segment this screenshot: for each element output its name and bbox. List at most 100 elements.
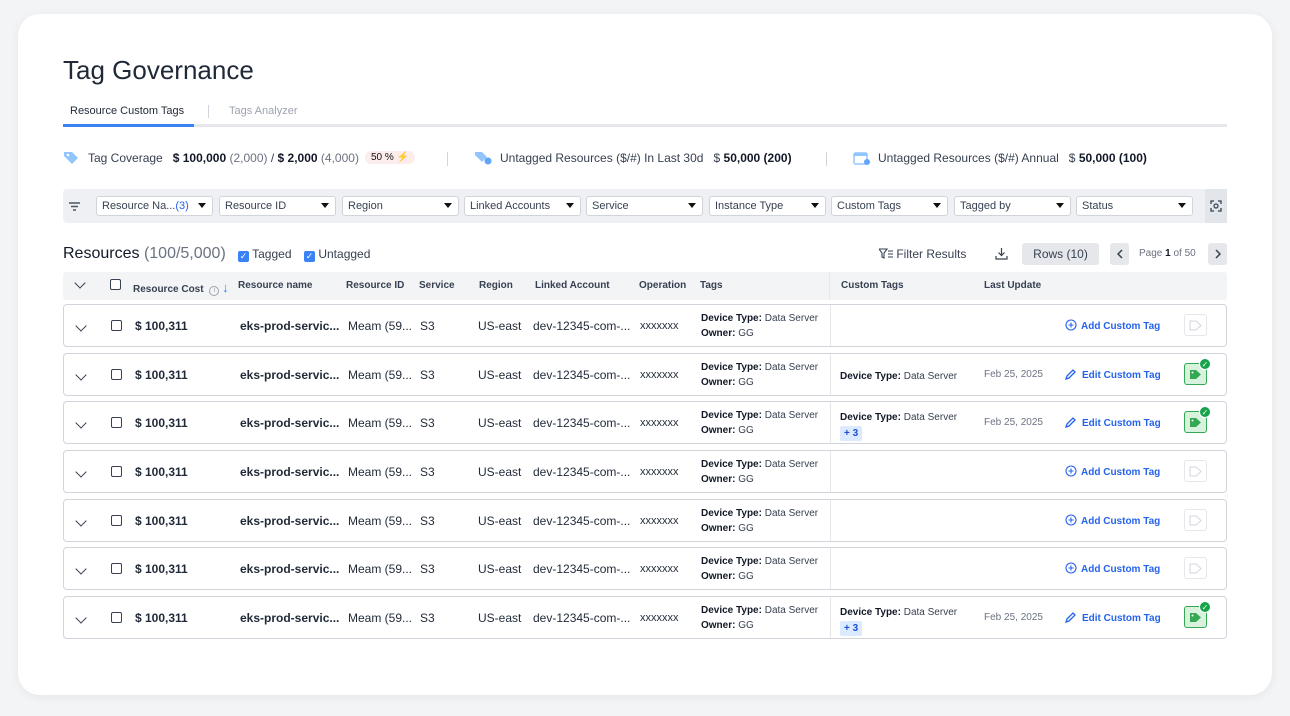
table-row[interactable]: $ 100,311 eks-prod-servic... Meam (59... S3… xyxy=(63,499,1227,542)
column-header-last-update[interactable]: Last Update xyxy=(984,280,1041,291)
tab-tags-analyzer[interactable]: Tags Analyzer xyxy=(229,105,297,117)
column-header-custom-tags[interactable]: Custom Tags xyxy=(841,280,904,291)
service: S3 xyxy=(420,562,435,576)
download-icon[interactable] xyxy=(995,247,1008,263)
resource-name[interactable]: eks-prod-servic... xyxy=(240,514,339,528)
next-page-button[interactable] xyxy=(1208,243,1227,265)
filter-region[interactable]: Region xyxy=(342,196,459,216)
column-header-tags[interactable]: Tags xyxy=(700,280,723,291)
legend-untagged[interactable]: ✓ Untagged xyxy=(304,247,370,262)
rows-per-page-button[interactable]: Rows (10) xyxy=(1022,243,1099,265)
row-checkbox[interactable] xyxy=(111,417,122,431)
linked-account: dev-12345-com-... xyxy=(533,611,631,625)
service: S3 xyxy=(420,514,435,528)
filter-resource-name[interactable]: Resource Na...(3) xyxy=(96,196,213,216)
filter-linked-accounts[interactable]: Linked Accounts xyxy=(464,196,581,216)
filter-status[interactable]: Status xyxy=(1076,196,1193,216)
filter-results-button[interactable]: Filter Results xyxy=(877,247,966,261)
expand-row-toggle[interactable] xyxy=(75,611,87,625)
coverage-percent-badge: 50 % ⚡ xyxy=(364,151,415,164)
table-row[interactable]: $ 100,311 eks-prod-servic... Meam (59... S3… xyxy=(63,304,1227,347)
resource-name[interactable]: eks-prod-servic... xyxy=(240,416,339,430)
operation: xxxxxxx xyxy=(640,612,679,624)
coverage-label: Tag Coverage xyxy=(88,150,163,165)
expand-row-toggle[interactable] xyxy=(75,319,87,333)
prev-page-button[interactable] xyxy=(1110,243,1129,265)
more-tags-badge[interactable]: + 3 xyxy=(840,621,863,636)
expand-row-toggle[interactable] xyxy=(75,368,87,382)
column-header-id[interactable]: Resource ID xyxy=(346,280,404,291)
resource-name[interactable]: eks-prod-servic... xyxy=(240,562,339,576)
column-header-region[interactable]: Region xyxy=(479,280,513,291)
filter-instance-type[interactable]: Instance Type xyxy=(709,196,826,216)
table-row[interactable]: $ 100,311 eks-prod-servic... Meam (59... S3… xyxy=(63,450,1227,493)
column-divider xyxy=(830,597,831,638)
filter-custom-tags[interactable]: Custom Tags xyxy=(831,196,948,216)
region: US-east xyxy=(478,514,522,528)
add-custom-tag-button[interactable]: Add Custom Tag xyxy=(1065,465,1160,478)
resource-name[interactable]: eks-prod-servic... xyxy=(240,368,339,382)
resource-name[interactable]: eks-prod-servic... xyxy=(240,611,339,625)
resource-id: Meam (59... xyxy=(348,611,413,625)
untagged-tag-icon xyxy=(475,152,492,165)
column-header-account[interactable]: Linked Account xyxy=(535,280,610,291)
more-tags-badge[interactable]: + 3 xyxy=(840,426,863,441)
row-checkbox[interactable] xyxy=(111,369,122,383)
expand-row-toggle[interactable] xyxy=(75,562,87,576)
table-row[interactable]: $ 100,311 eks-prod-servic... Meam (59... S3… xyxy=(63,547,1227,590)
last-update-date: Feb 25, 2025 xyxy=(984,369,1043,380)
region: US-east xyxy=(478,416,522,430)
expand-row-toggle[interactable] xyxy=(75,514,87,528)
operation: xxxxxxx xyxy=(640,417,679,429)
column-header-operation[interactable]: Operation xyxy=(639,280,686,291)
row-checkbox[interactable] xyxy=(111,563,122,577)
resources-title: Resources xyxy=(63,245,140,262)
resource-cost: $ 100,311 xyxy=(135,514,188,528)
table-row[interactable]: $ 100,311 eks-prod-servic... Meam (59... S3… xyxy=(63,596,1227,639)
untagged-30d-currency: $ xyxy=(713,150,721,165)
service: S3 xyxy=(420,611,435,625)
expand-all-toggle[interactable] xyxy=(74,277,86,290)
edit-custom-tag-button[interactable]: Edit Custom Tag xyxy=(1064,416,1161,429)
edit-custom-tag-button[interactable]: Edit Custom Tag xyxy=(1064,611,1161,624)
tab-resource-custom-tags[interactable]: Resource Custom Tags xyxy=(70,105,184,117)
coverage-count-2: (4,000) xyxy=(320,150,359,165)
filter-tagged-by[interactable]: Tagged by xyxy=(954,196,1071,216)
row-checkbox[interactable] xyxy=(111,466,122,480)
row-checkbox[interactable] xyxy=(111,612,122,626)
row-checkbox[interactable] xyxy=(111,320,122,334)
tab-bar: Resource Custom Tags Tags Analyzer xyxy=(63,100,1227,127)
check-icon[interactable]: ✓ xyxy=(238,251,249,262)
add-custom-tag-button[interactable]: Add Custom Tag xyxy=(1065,514,1160,527)
edit-custom-tag-button[interactable]: Edit Custom Tag xyxy=(1064,368,1161,381)
column-header-service[interactable]: Service xyxy=(419,280,455,291)
coverage-value-1: $ 100,000 xyxy=(172,150,227,165)
filter-resource-id[interactable]: Resource ID xyxy=(219,196,336,216)
add-custom-tag-button[interactable]: Add Custom Tag xyxy=(1065,562,1160,575)
filter-service[interactable]: Service xyxy=(586,196,703,216)
info-icon: i xyxy=(209,286,220,296)
column-header-name[interactable]: Resource name xyxy=(238,280,312,291)
table-row[interactable]: $ 100,311 eks-prod-servic... Meam (59... S3… xyxy=(63,353,1227,396)
table-row[interactable]: $ 100,311 eks-prod-servic... Meam (59... S3… xyxy=(63,401,1227,444)
region: US-east xyxy=(478,562,522,576)
sort-down-icon[interactable]: ↓ xyxy=(222,280,229,295)
untagged-annual-label: Untagged Resources ($/#) Annual xyxy=(878,150,1059,165)
add-custom-tag-button[interactable]: Add Custom Tag xyxy=(1065,319,1160,332)
select-all-checkbox[interactable] xyxy=(110,279,121,293)
expand-row-toggle[interactable] xyxy=(75,416,87,430)
column-header-cost[interactable]: Resource Cost i ↓ xyxy=(133,280,229,296)
row-checkbox[interactable] xyxy=(111,515,122,529)
legend-tagged[interactable]: ✓ Tagged xyxy=(238,247,292,262)
scan-view-icon[interactable] xyxy=(1205,189,1227,223)
filter-lines-icon[interactable] xyxy=(63,189,85,223)
check-icon[interactable]: ✓ xyxy=(304,251,315,262)
linked-account: dev-12345-com-... xyxy=(533,368,631,382)
column-divider xyxy=(830,548,831,589)
resource-name[interactable]: eks-prod-servic... xyxy=(240,319,339,333)
resource-name[interactable]: eks-prod-servic... xyxy=(240,465,339,479)
plus-circle-icon xyxy=(1065,319,1077,331)
resource-cost: $ 100,311 xyxy=(135,562,188,576)
expand-row-toggle[interactable] xyxy=(75,465,87,479)
filter-results-icon xyxy=(877,248,893,259)
